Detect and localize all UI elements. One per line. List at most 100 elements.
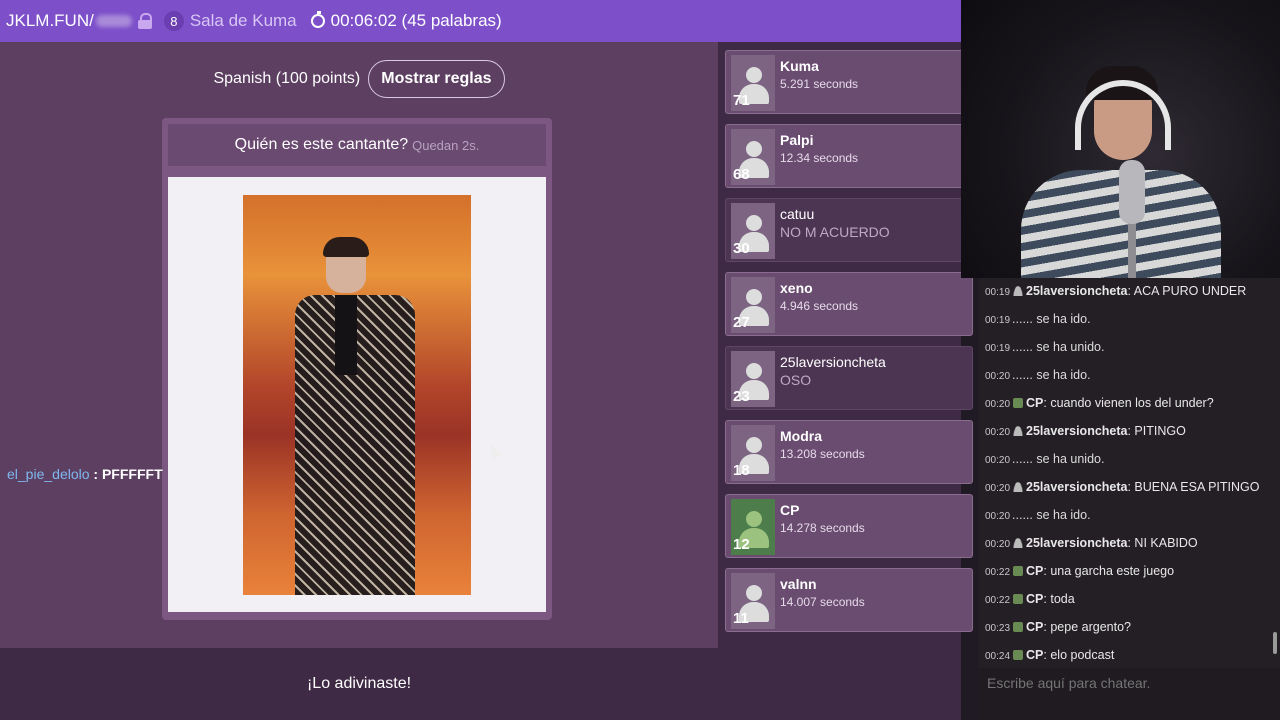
chat-line: 00:23 CP: pepe argento?: [985, 618, 1274, 638]
player-status: 4.946 seconds: [780, 299, 859, 313]
chat-user[interactable]: 25laversioncheta: [1026, 424, 1127, 438]
chat-user[interactable]: CP: [1026, 564, 1043, 578]
chat-timestamp: 00:24: [985, 651, 1011, 662]
system-message: ...... se ha ido.: [1012, 368, 1091, 382]
language-label: Spanish (100 points): [213, 70, 361, 87]
player-name: 25laversioncheta: [780, 354, 886, 370]
inline-chat-text: : PFFFFFT: [93, 466, 163, 482]
player-name: Palpi: [780, 132, 814, 148]
site-name[interactable]: JKLM.FUN/: [6, 11, 94, 31]
chat-user[interactable]: CP: [1026, 648, 1043, 662]
avatar: 23: [731, 351, 775, 407]
webcam-overlay: [961, 0, 1280, 278]
avatar: 12: [731, 499, 775, 555]
room-name: Sala de Kuma: [189, 11, 297, 30]
player-score: 30: [733, 240, 750, 257]
chat-input[interactable]: [987, 675, 1272, 691]
player-status: 12.34 seconds: [780, 151, 859, 165]
player-name: CP: [780, 502, 800, 518]
chat-line: 00:19 25laversioncheta: ACA PURO UNDER: [985, 282, 1274, 302]
player-score: 23: [733, 388, 750, 405]
player-score: 27: [733, 314, 750, 331]
person-icon: [1013, 286, 1024, 296]
guess-result-text: ¡Lo adivinaste!: [306, 675, 412, 692]
system-message: ...... se ha unido.: [1012, 452, 1105, 466]
chat-line: 00:20 25laversioncheta: BUENA ESA PITINGO: [985, 478, 1274, 498]
chat-user[interactable]: CP: [1026, 620, 1043, 634]
player-count-badge: 8: [163, 11, 184, 31]
avatar: 30: [731, 203, 775, 259]
game-timer: 00:06:02 (45 palabras): [330, 11, 502, 30]
question-card: Quién es este cantante? Quedan 2s.: [162, 118, 552, 620]
avatar: 18: [731, 425, 775, 481]
chat-panel: 00:19 25laversioncheta: ACA PURO UNDER 00:…: [979, 278, 1280, 668]
chat-line: 00:22 CP: toda: [985, 590, 1274, 610]
chat-timestamp: 00:22: [985, 595, 1011, 606]
player-score: 12: [733, 536, 750, 553]
chat-user[interactable]: 25laversioncheta: [1026, 284, 1127, 298]
chat-user[interactable]: 25laversioncheta: [1026, 480, 1127, 494]
chat-timestamp: 00:20: [985, 455, 1011, 466]
player-status: OSO: [780, 372, 812, 388]
chat-message: : BUENA ESA PITINGO: [1127, 480, 1260, 494]
chat-user[interactable]: CP: [1026, 592, 1043, 606]
player-name: Modra: [780, 428, 822, 444]
player-score: 11: [733, 610, 749, 627]
chat-line: 00:19...... se ha ido.: [985, 310, 1274, 330]
player-card[interactable]: 11 valnn 14.007 seconds: [725, 568, 973, 632]
question-header: Quién es este cantante? Quedan 2s.: [168, 124, 546, 166]
time-remaining: Quedan 2s.: [412, 137, 480, 153]
chat-user[interactable]: 25laversioncheta: [1026, 536, 1127, 550]
player-card[interactable]: 27 xeno 4.946 seconds: [725, 272, 973, 336]
player-score: 68: [733, 166, 750, 183]
user-avatar-icon: [1013, 594, 1024, 604]
chat-line: 00:20...... se ha ido.: [985, 366, 1274, 386]
chat-line: 00:20...... se ha ido.: [985, 506, 1274, 526]
chat-timestamp: 00:20: [985, 399, 1011, 410]
chat-line: 00:22 CP: una garcha este juego: [985, 562, 1274, 582]
player-card[interactable]: 23 25laversioncheta OSO: [725, 346, 973, 410]
chat-scrollbar[interactable]: [1273, 632, 1277, 654]
question-image-frame: [168, 177, 546, 612]
lock-icon: [137, 13, 152, 29]
player-name: valnn: [780, 576, 817, 592]
system-message: ...... se ha ido.: [1012, 508, 1091, 522]
player-score: 18: [733, 462, 750, 479]
chat-timestamp: 00:23: [985, 623, 1011, 634]
chat-message: : elo podcast: [1043, 648, 1115, 662]
player-status: NO M ACUERDO: [780, 224, 890, 240]
avatar: 71: [731, 55, 775, 111]
chat-line: 00:20 25laversioncheta: NI KABIDO: [985, 534, 1274, 554]
show-rules-button[interactable]: Mostrar reglas: [368, 60, 505, 98]
player-card[interactable]: 12 CP 14.278 seconds: [725, 494, 973, 558]
player-list: 71 Kuma 5.291 seconds 68 Palpi 12.34 seconds 3…: [718, 42, 973, 720]
chat-timestamp: 00:19: [985, 287, 1011, 298]
chat-timestamp: 00:20: [985, 483, 1011, 494]
inline-chat-message: el_pie_delolo : PFFFFFT: [7, 466, 163, 482]
player-card[interactable]: 68 Palpi 12.34 seconds: [725, 124, 973, 188]
person-icon: [1013, 482, 1024, 492]
system-message: ...... se ha unido.: [1012, 340, 1105, 354]
chat-message: : cuando vienen los del under?: [1043, 396, 1214, 410]
chat-line: 00:20 25laversioncheta: PITINGO: [985, 422, 1274, 442]
language-row: Spanish (100 points) Mostrar reglas: [0, 60, 718, 98]
chat-message: : pepe argento?: [1043, 620, 1131, 634]
person-icon: [1013, 426, 1024, 436]
player-card[interactable]: 71 Kuma 5.291 seconds: [725, 50, 973, 114]
chat-message: : toda: [1043, 592, 1075, 606]
top-bar: JKLM.FUN/ 8 Sala de Kuma 00:06:02 (45 pa…: [0, 0, 961, 42]
stopwatch-icon: [310, 11, 325, 28]
player-status: 13.208 seconds: [780, 447, 865, 461]
chat-timestamp: 00:20: [985, 371, 1011, 382]
chat-message: : una garcha este juego: [1043, 564, 1175, 578]
player-status: 14.007 seconds: [780, 595, 865, 609]
player-card[interactable]: 18 Modra 13.208 seconds: [725, 420, 973, 484]
player-card[interactable]: 30 catuu NO M ACUERDO: [725, 198, 973, 262]
player-status: 5.291 seconds: [780, 77, 859, 91]
user-avatar-icon: [1013, 622, 1024, 632]
player-name: Kuma: [780, 58, 819, 74]
inline-chat-user[interactable]: el_pie_delolo: [7, 466, 90, 482]
answer-bar: ¡Lo adivinaste!: [0, 648, 718, 720]
chat-message: : ACA PURO UNDER: [1127, 284, 1247, 298]
chat-user[interactable]: CP: [1026, 396, 1043, 410]
